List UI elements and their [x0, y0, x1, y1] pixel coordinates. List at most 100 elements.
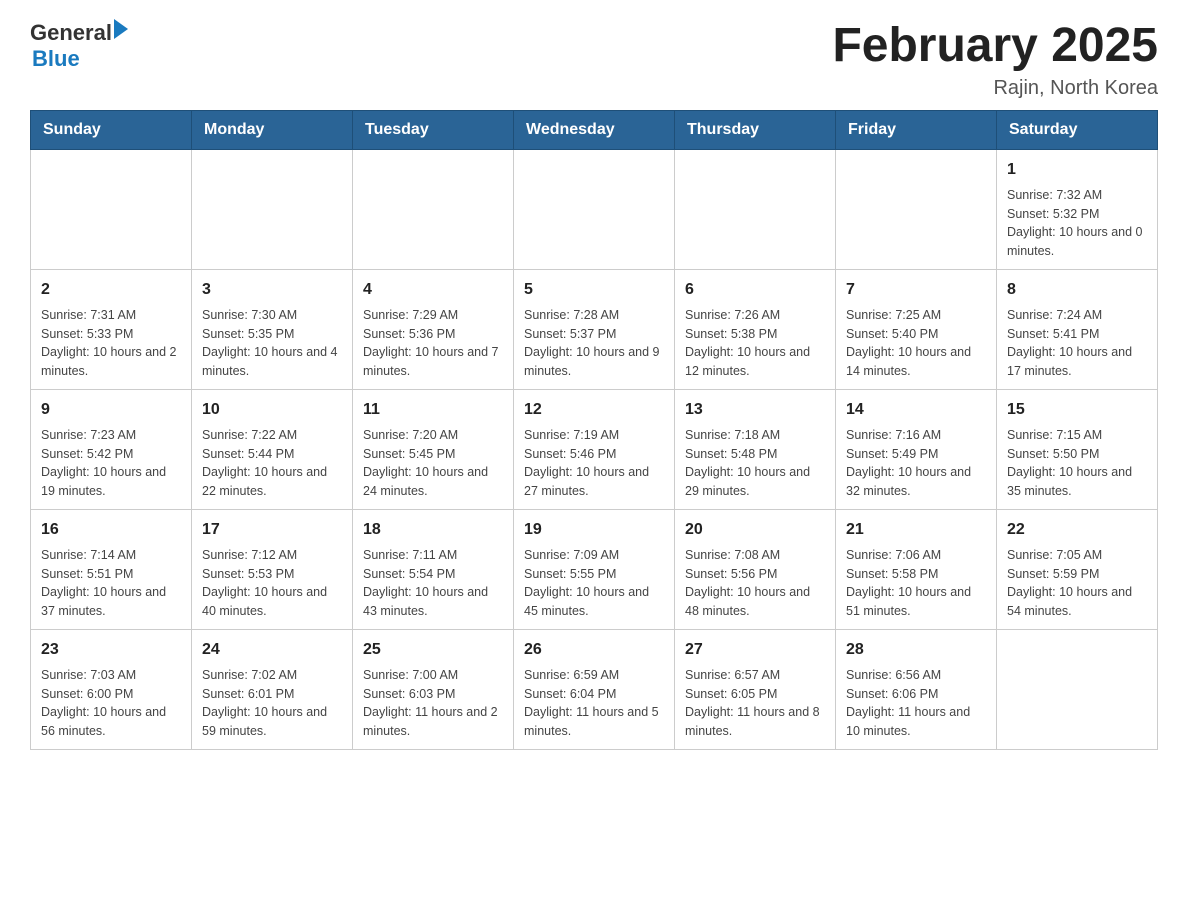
col-saturday: Saturday	[997, 110, 1158, 149]
table-row: 23 Sunrise: 7:03 AM Sunset: 6:00 PM Dayli…	[31, 629, 192, 749]
calendar-week-row: 9Sunrise: 7:23 AM Sunset: 5:42 PM Daylig…	[31, 389, 1158, 509]
day-info: Sunrise: 7:24 AM Sunset: 5:41 PM Dayligh…	[1007, 306, 1147, 381]
table-row: 10Sunrise: 7:22 AM Sunset: 5:44 PM Dayli…	[192, 389, 353, 509]
table-row: 9Sunrise: 7:23 AM Sunset: 5:42 PM Daylig…	[31, 389, 192, 509]
day-info: Sunrise: 7:11 AM Sunset: 5:54 PM Dayligh…	[363, 546, 503, 621]
day-info: Sunrise: 7:15 AM Sunset: 5:50 PM Dayligh…	[1007, 426, 1147, 501]
day-info: Sunrise: 6:56 AM Sunset: 6:06 PM Dayligh…	[846, 666, 986, 741]
day-info: Sunrise: 7:32 AM Sunset: 5:32 PM Dayligh…	[1007, 186, 1147, 261]
day-number: 17	[202, 518, 342, 542]
col-tuesday: Tuesday	[353, 110, 514, 149]
table-row	[997, 629, 1158, 749]
day-number: 22	[1007, 518, 1147, 542]
calendar-week-row: 23 Sunrise: 7:03 AM Sunset: 6:00 PM Dayli…	[31, 629, 1158, 749]
day-number: 14	[846, 398, 986, 422]
day-info: Sunrise: 7:23 AM Sunset: 5:42 PM Dayligh…	[41, 426, 181, 501]
day-number: 27	[685, 638, 825, 662]
col-wednesday: Wednesday	[514, 110, 675, 149]
day-number: 2	[41, 278, 181, 302]
day-number: 18	[363, 518, 503, 542]
day-number: 12	[524, 398, 664, 422]
table-row: 12 Sunrise: 7:19 AM Sunset: 5:46 PM Dayli…	[514, 389, 675, 509]
day-info: Sunrise: 7:06 AM Sunset: 5:58 PM Dayligh…	[846, 546, 986, 621]
day-info: Sunrise: 7:12 AM Sunset: 5:53 PM Dayligh…	[202, 546, 342, 621]
col-thursday: Thursday	[675, 110, 836, 149]
day-info: Sunrise: 7:08 AM Sunset: 5:56 PM Dayligh…	[685, 546, 825, 621]
day-info: Sunrise: 6:59 AM Sunset: 6:04 PM Dayligh…	[524, 666, 664, 741]
table-row: 15 Sunrise: 7:15 AM Sunset: 5:50 PM Dayli…	[997, 389, 1158, 509]
table-row: 14Sunrise: 7:16 AM Sunset: 5:49 PM Dayli…	[836, 389, 997, 509]
day-number: 8	[1007, 278, 1147, 302]
table-row: 16 Sunrise: 7:14 AM Sunset: 5:51 PM Dayli…	[31, 509, 192, 629]
day-info: Sunrise: 7:05 AM Sunset: 5:59 PM Dayligh…	[1007, 546, 1147, 621]
table-row	[514, 149, 675, 269]
calendar-table: Sunday Monday Tuesday Wednesday Thursday…	[30, 110, 1158, 750]
table-row: 13 Sunrise: 7:18 AM Sunset: 5:48 PM Dayli…	[675, 389, 836, 509]
day-info: Sunrise: 7:18 AM Sunset: 5:48 PM Dayligh…	[685, 426, 825, 501]
day-number: 1	[1007, 158, 1147, 182]
day-info: Sunrise: 7:25 AM Sunset: 5:40 PM Dayligh…	[846, 306, 986, 381]
table-row: 27 Sunrise: 6:57 AM Sunset: 6:05 PM Dayli…	[675, 629, 836, 749]
day-info: Sunrise: 7:14 AM Sunset: 5:51 PM Dayligh…	[41, 546, 181, 621]
page-header: General Blue February 2025 Rajin, North …	[30, 20, 1158, 100]
day-info: Sunrise: 7:03 AM Sunset: 6:00 PM Dayligh…	[41, 666, 181, 741]
table-row: 7 Sunrise: 7:25 AM Sunset: 5:40 PM Daylig…	[836, 269, 997, 389]
day-number: 3	[202, 278, 342, 302]
col-sunday: Sunday	[31, 110, 192, 149]
logo-blue-text: Blue	[32, 46, 80, 72]
day-info: Sunrise: 7:30 AM Sunset: 5:35 PM Dayligh…	[202, 306, 342, 381]
logo: General Blue	[30, 20, 128, 72]
table-row: 5 Sunrise: 7:28 AM Sunset: 5:37 PM Daylig…	[514, 269, 675, 389]
day-number: 10	[202, 398, 342, 422]
day-number: 23	[41, 638, 181, 662]
col-monday: Monday	[192, 110, 353, 149]
table-row: 21Sunrise: 7:06 AM Sunset: 5:58 PM Dayli…	[836, 509, 997, 629]
table-row: 25Sunrise: 7:00 AM Sunset: 6:03 PM Dayli…	[353, 629, 514, 749]
day-number: 26	[524, 638, 664, 662]
table-row: 19 Sunrise: 7:09 AM Sunset: 5:55 PM Dayli…	[514, 509, 675, 629]
calendar-header-row: Sunday Monday Tuesday Wednesday Thursday…	[31, 110, 1158, 149]
table-row: 20 Sunrise: 7:08 AM Sunset: 5:56 PM Dayli…	[675, 509, 836, 629]
table-row: 24Sunrise: 7:02 AM Sunset: 6:01 PM Dayli…	[192, 629, 353, 749]
table-row: 4 Sunrise: 7:29 AM Sunset: 5:36 PM Daylig…	[353, 269, 514, 389]
day-info: Sunrise: 7:20 AM Sunset: 5:45 PM Dayligh…	[363, 426, 503, 501]
day-number: 25	[363, 638, 503, 662]
day-number: 19	[524, 518, 664, 542]
calendar-title: February 2025	[832, 20, 1158, 73]
col-friday: Friday	[836, 110, 997, 149]
day-number: 13	[685, 398, 825, 422]
day-info: Sunrise: 7:28 AM Sunset: 5:37 PM Dayligh…	[524, 306, 664, 381]
logo-arrow-icon	[114, 19, 128, 39]
day-info: Sunrise: 7:09 AM Sunset: 5:55 PM Dayligh…	[524, 546, 664, 621]
day-info: Sunrise: 6:57 AM Sunset: 6:05 PM Dayligh…	[685, 666, 825, 741]
day-number: 28	[846, 638, 986, 662]
calendar-week-row: 2Sunrise: 7:31 AM Sunset: 5:33 PM Daylig…	[31, 269, 1158, 389]
day-number: 16	[41, 518, 181, 542]
table-row	[675, 149, 836, 269]
calendar-week-row: 16 Sunrise: 7:14 AM Sunset: 5:51 PM Dayli…	[31, 509, 1158, 629]
title-section: February 2025 Rajin, North Korea	[832, 20, 1158, 100]
table-row: 28 Sunrise: 6:56 AM Sunset: 6:06 PM Dayli…	[836, 629, 997, 749]
table-row	[836, 149, 997, 269]
day-number: 7	[846, 278, 986, 302]
table-row: 2Sunrise: 7:31 AM Sunset: 5:33 PM Daylig…	[31, 269, 192, 389]
day-number: 20	[685, 518, 825, 542]
table-row: 8 Sunrise: 7:24 AM Sunset: 5:41 PM Daylig…	[997, 269, 1158, 389]
table-row	[192, 149, 353, 269]
table-row: 1 Sunrise: 7:32 AM Sunset: 5:32 PM Daylig…	[997, 149, 1158, 269]
day-number: 11	[363, 398, 503, 422]
table-row	[31, 149, 192, 269]
day-number: 15	[1007, 398, 1147, 422]
table-row	[353, 149, 514, 269]
table-row: 17 Sunrise: 7:12 AM Sunset: 5:53 PM Dayli…	[192, 509, 353, 629]
calendar-subtitle: Rajin, North Korea	[832, 77, 1158, 100]
day-number: 5	[524, 278, 664, 302]
day-info: Sunrise: 7:19 AM Sunset: 5:46 PM Dayligh…	[524, 426, 664, 501]
day-number: 6	[685, 278, 825, 302]
logo-general-text: General	[30, 20, 112, 46]
day-info: Sunrise: 7:29 AM Sunset: 5:36 PM Dayligh…	[363, 306, 503, 381]
table-row: 26 Sunrise: 6:59 AM Sunset: 6:04 PM Dayli…	[514, 629, 675, 749]
day-info: Sunrise: 7:02 AM Sunset: 6:01 PM Dayligh…	[202, 666, 342, 741]
table-row: 11 Sunrise: 7:20 AM Sunset: 5:45 PM Dayli…	[353, 389, 514, 509]
day-number: 4	[363, 278, 503, 302]
